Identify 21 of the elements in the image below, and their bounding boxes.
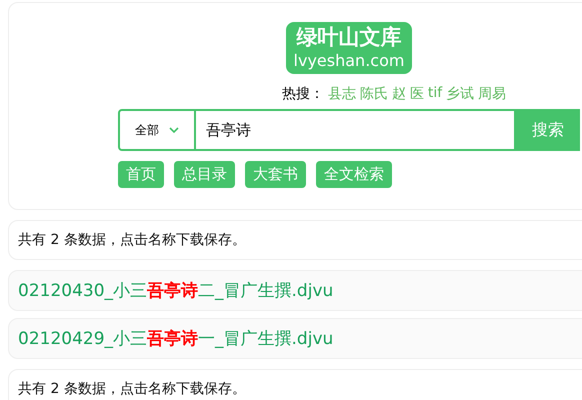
site-logo[interactable]: 绿叶山文库 lvyeshan.com	[286, 22, 412, 74]
file-link[interactable]: 02120430_小三吾亭诗二_冒广生撰.djvu	[18, 281, 334, 301]
summary-text: 共有 2 条数据，点击名称下载保存。	[18, 381, 246, 397]
scope-select[interactable]: 全部	[118, 109, 196, 151]
hot-search-link[interactable]: 赵	[392, 85, 406, 103]
hot-search-label: 热搜：	[282, 85, 324, 103]
search-field[interactable]: 吾亭诗	[196, 109, 516, 151]
hot-search-link[interactable]: tif	[428, 85, 442, 103]
nav-button[interactable]: 全文检索	[316, 161, 392, 188]
hot-search-link[interactable]: 周易	[478, 85, 506, 103]
nav-button[interactable]: 首页	[118, 161, 164, 188]
hot-search-link[interactable]: 县志	[328, 85, 356, 103]
hot-search-link[interactable]: 陈氏	[360, 85, 388, 103]
hot-search-link[interactable]: 医	[410, 85, 424, 103]
chevron-down-icon	[169, 126, 179, 134]
nav-button[interactable]: 总目录	[174, 161, 235, 188]
file-link[interactable]: 02120429_小三吾亭诗一_冒广生撰.djvu	[18, 329, 334, 349]
hot-search-link[interactable]: 乡试	[446, 85, 474, 103]
summary-text: 共有 2 条数据，点击名称下载保存。	[18, 232, 246, 248]
search-button[interactable]: 搜索	[516, 109, 580, 151]
nav-button[interactable]: 大套书	[245, 161, 306, 188]
